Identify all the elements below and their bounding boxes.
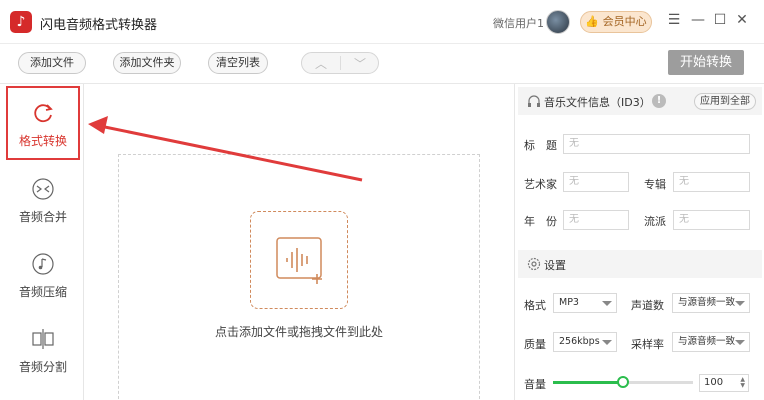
id3-section-header: 音乐文件信息（ID3） ! 应用到全部 xyxy=(518,87,762,115)
merge-icon xyxy=(32,178,54,200)
add-audio-button[interactable] xyxy=(250,211,348,309)
clear-list-button[interactable]: 清空列表 xyxy=(208,52,268,74)
move-up-button[interactable]: ︿ xyxy=(302,55,340,72)
music-note-icon xyxy=(32,253,54,275)
main-area: 点击添加文件或拖拽文件到此处 xyxy=(84,84,514,400)
sidebar-item-audio-compress[interactable]: 音频压缩 xyxy=(6,239,80,313)
drop-hint-text: 点击添加文件或拖拽文件到此处 xyxy=(214,325,383,339)
quality-select[interactable]: 256kbps xyxy=(553,332,617,352)
volume-slider-thumb[interactable] xyxy=(617,376,629,388)
settings-title: 设置 xyxy=(544,259,566,272)
album-label: 专辑 xyxy=(644,178,666,191)
refresh-icon xyxy=(34,104,53,123)
chevron-down-icon xyxy=(735,301,745,306)
samplerate-label: 采样率 xyxy=(631,338,664,351)
app-logo-icon: ♪ xyxy=(10,11,32,33)
avatar[interactable] xyxy=(546,10,570,34)
audio-add-icon xyxy=(276,237,322,284)
right-panel: 音乐文件信息（ID3） ! 应用到全部 标 题 无 艺术家 无 专辑 无 年 份… xyxy=(514,84,764,400)
chevron-down-icon xyxy=(735,340,745,345)
settings-section-header: 设置 xyxy=(518,250,762,278)
sidebar-item-label: 音频合并 xyxy=(18,210,67,224)
start-convert-button[interactable]: 开始转换 xyxy=(668,50,744,75)
app-title: 闪电音频格式转换器 xyxy=(40,18,158,33)
volume-label: 音量 xyxy=(524,378,546,391)
thumbs-up-icon: 👍 xyxy=(585,15,600,28)
channels-label: 声道数 xyxy=(631,299,664,312)
gear-icon xyxy=(527,257,541,271)
format-select[interactable]: MP3 xyxy=(553,293,617,313)
volume-value: 100 xyxy=(704,377,724,388)
title-bar: ♪ 闪电音频格式转换器 微信用户1 👍 会员中心 ☰ — ☐ ✕ xyxy=(0,0,764,44)
sidebar-item-label: 格式转换 xyxy=(18,134,67,148)
menu-icon[interactable]: ☰ xyxy=(666,12,682,28)
add-folder-button[interactable]: 添加文件夹 xyxy=(113,52,181,74)
format-value: MP3 xyxy=(559,297,579,308)
samplerate-value: 与源音频一致 xyxy=(678,336,736,347)
sidebar-item-label: 音频分割 xyxy=(18,360,67,374)
chevron-down-icon xyxy=(602,301,612,306)
volume-slider-fill xyxy=(553,381,623,384)
move-nav: ︿ ﹀ xyxy=(301,52,379,74)
user-name[interactable]: 微信用户1 xyxy=(493,15,544,31)
move-down-button[interactable]: ﹀ xyxy=(341,55,379,72)
add-file-button[interactable]: 添加文件 xyxy=(18,52,86,74)
genre-input[interactable]: 无 xyxy=(673,210,750,230)
info-icon[interactable]: ! xyxy=(652,94,666,108)
maximize-icon[interactable]: ☐ xyxy=(712,12,728,28)
quality-value: 256kbps xyxy=(559,336,600,347)
channels-select[interactable]: 与源音频一致 xyxy=(672,293,750,313)
sidebar-item-audio-split[interactable]: 音频分割 xyxy=(6,314,80,388)
sidebar-item-label: 音频压缩 xyxy=(18,285,67,299)
samplerate-select[interactable]: 与源音频一致 xyxy=(672,332,750,352)
id3-title: 音乐文件信息（ID3） xyxy=(544,96,651,109)
channels-value: 与源音频一致 xyxy=(678,297,736,308)
volume-slider[interactable] xyxy=(553,376,693,388)
format-label: 格式 xyxy=(524,299,546,312)
sidebar: 格式转换 音频合并 音频压缩 音频分割 xyxy=(0,84,84,400)
toolbar: 添加文件 添加文件夹 清空列表 ︿ ﹀ 开始转换 xyxy=(0,44,764,84)
drop-zone[interactable]: 点击添加文件或拖拽文件到此处 xyxy=(118,154,480,400)
genre-label: 流派 xyxy=(644,215,666,228)
title-input[interactable]: 无 xyxy=(563,134,750,154)
apply-all-button[interactable]: 应用到全部 xyxy=(694,93,756,110)
artist-input[interactable]: 无 xyxy=(563,172,629,192)
vip-center-button[interactable]: 👍 会员中心 xyxy=(580,11,652,33)
sidebar-item-format-convert[interactable]: 格式转换 xyxy=(6,86,80,160)
minimize-icon[interactable]: — xyxy=(690,12,706,28)
artist-label: 艺术家 xyxy=(524,178,557,191)
stepper-icon[interactable]: ▲ ▼ xyxy=(740,377,745,389)
year-input[interactable]: 无 xyxy=(563,210,629,230)
title-label: 标 题 xyxy=(524,139,557,152)
headphones-icon xyxy=(528,95,540,107)
split-icon xyxy=(32,329,54,349)
close-icon[interactable]: ✕ xyxy=(734,12,750,28)
year-label: 年 份 xyxy=(524,215,557,228)
sidebar-item-audio-merge[interactable]: 音频合并 xyxy=(6,164,80,238)
quality-label: 质量 xyxy=(524,338,546,351)
volume-input[interactable]: 100 ▲ ▼ xyxy=(699,374,749,392)
vip-label: 会员中心 xyxy=(602,15,647,28)
album-input[interactable]: 无 xyxy=(673,172,750,192)
chevron-down-icon xyxy=(602,340,612,345)
